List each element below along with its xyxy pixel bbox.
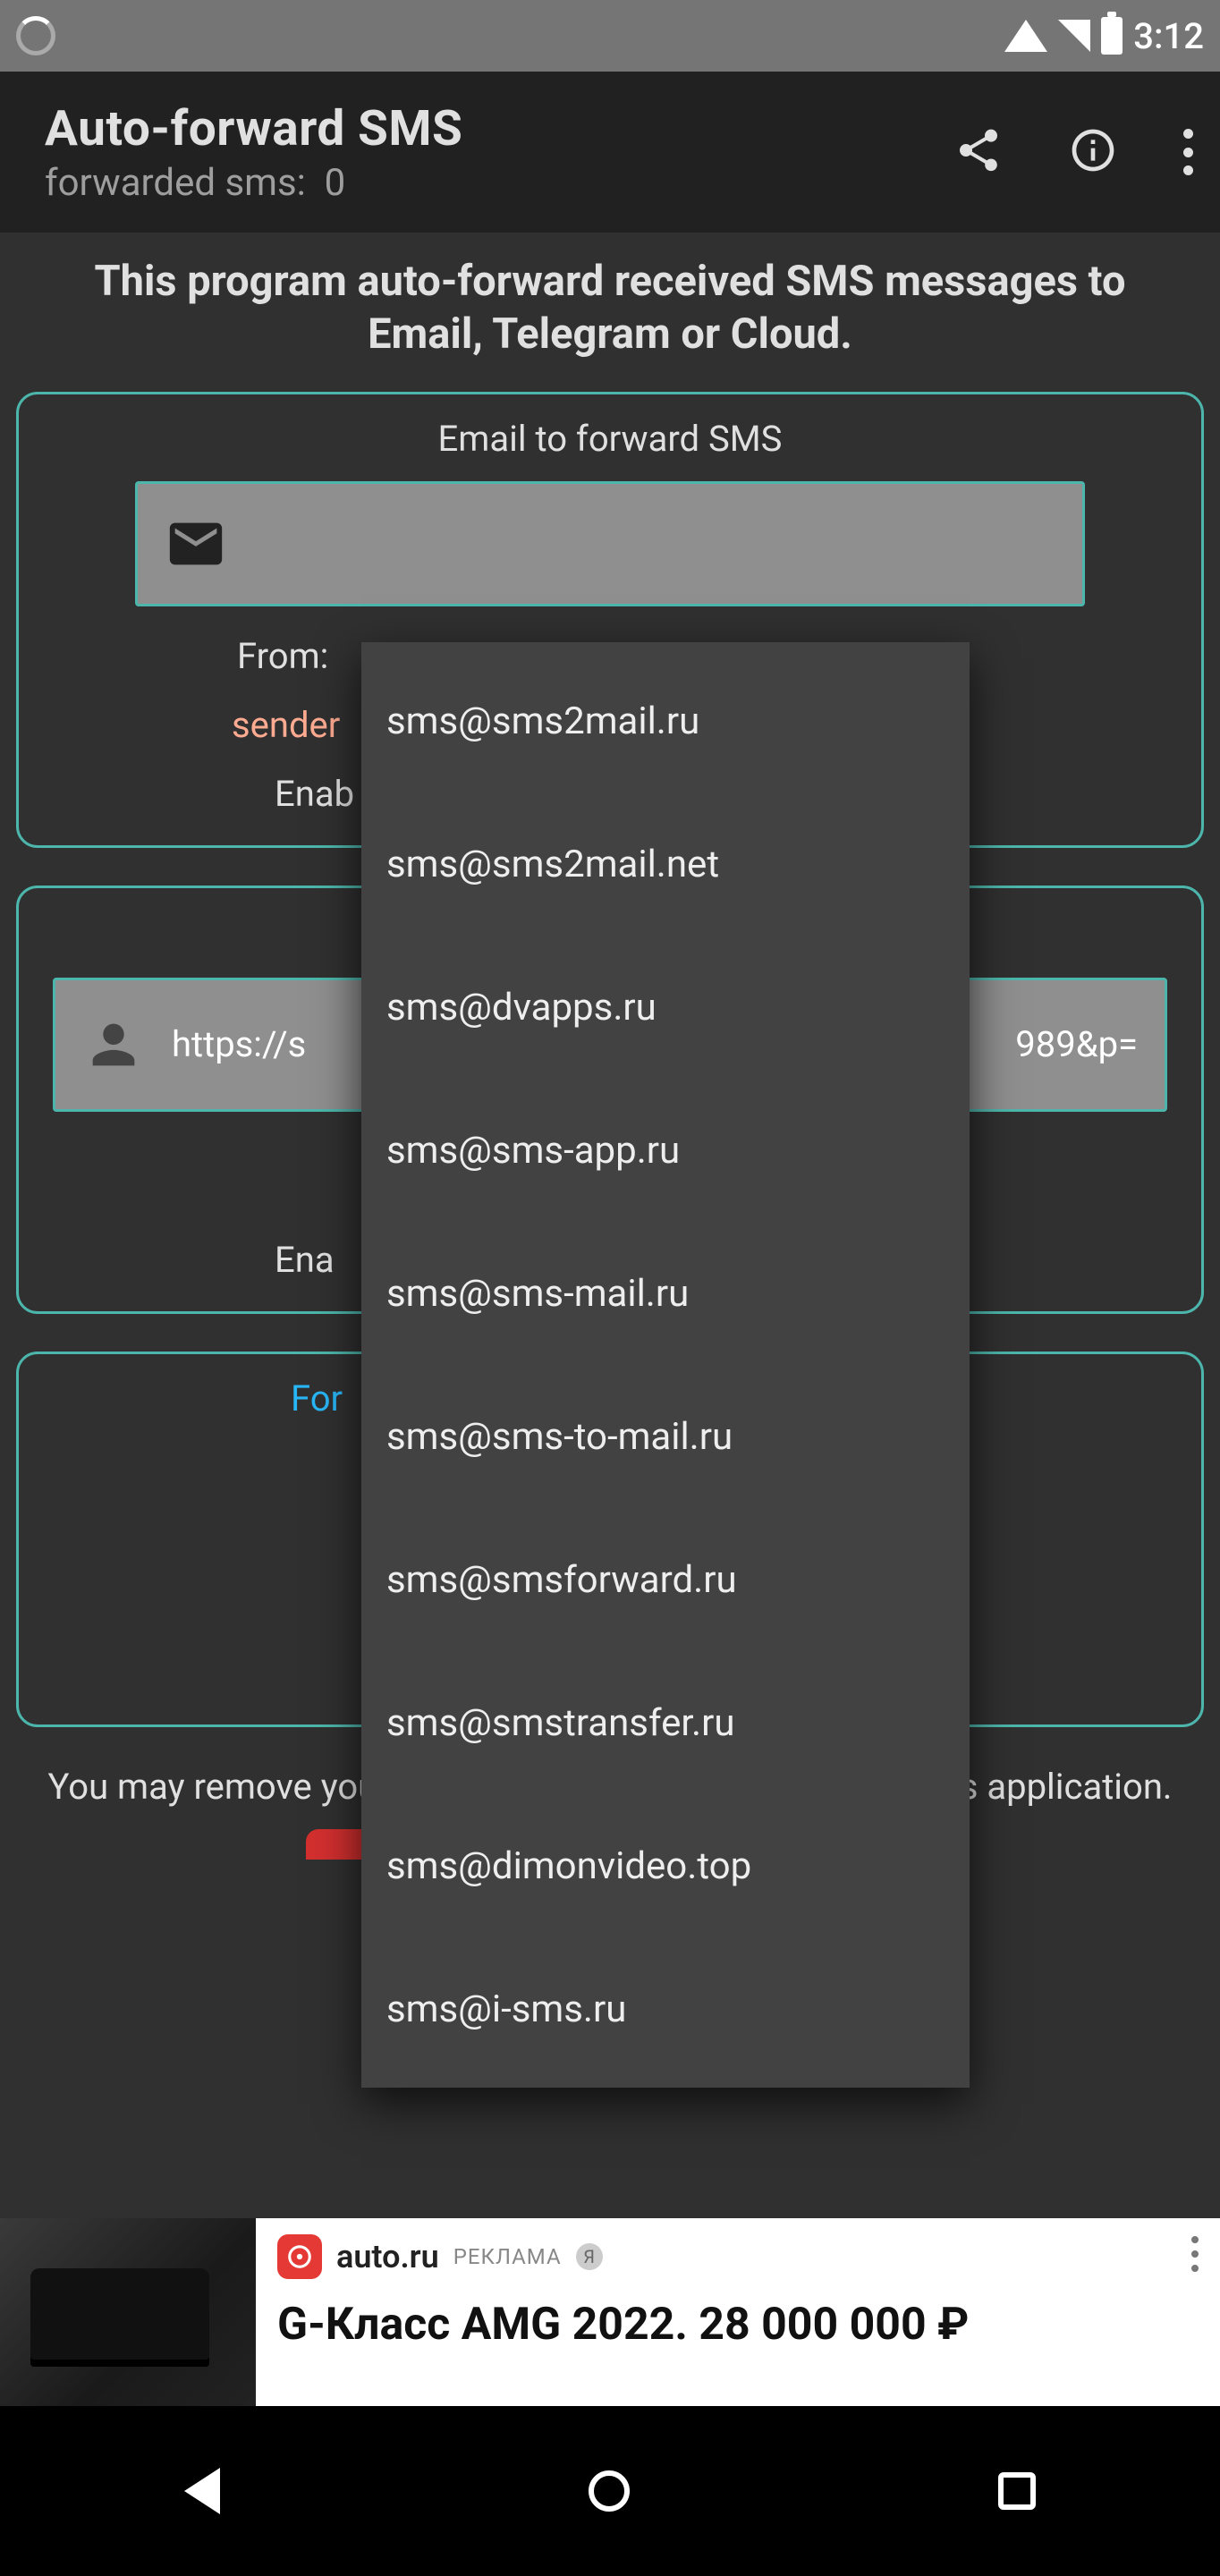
email-input[interactable]	[135, 481, 1085, 606]
app-title: Auto-forward SMS	[45, 100, 462, 157]
dropdown-item[interactable]: sms@smstransfer.ru	[361, 1651, 970, 1794]
mail-icon	[156, 513, 236, 575]
dropdown-item[interactable]: sms@sms2mail.ru	[361, 649, 970, 792]
loading-spinner-icon	[16, 16, 55, 55]
from-label: From:	[237, 635, 328, 677]
dropdown-item[interactable]: sms@sms-to-mail.ru	[361, 1365, 970, 1508]
ad-tag: РЕКЛАМА	[453, 2244, 562, 2269]
user-icon	[82, 1013, 145, 1076]
kebab-dot-icon	[1183, 129, 1193, 139]
kebab-dot-icon	[1183, 165, 1193, 175]
dropdown-item[interactable]: sms@dimonvideo.top	[361, 1794, 970, 1937]
main-content: This program auto-forward received SMS m…	[0, 233, 1220, 2218]
kebab-dot-icon	[1183, 148, 1193, 157]
cloud-url-text-left: https://s	[172, 1023, 306, 1065]
system-nav-bar	[0, 2406, 1220, 2576]
hero-description: This program auto-forward received SMS m…	[0, 233, 1220, 392]
cloud-url-text-right: 989&p=	[1015, 1023, 1138, 1065]
dropdown-item[interactable]: sms@dvapps.ru	[361, 936, 970, 1079]
dropdown-item[interactable]: sms@sms2mail.net	[361, 792, 970, 936]
nav-recents-button[interactable]	[998, 2472, 1036, 2510]
status-bar: 3:12	[0, 0, 1220, 72]
ad-banner[interactable]: auto.ru РЕКЛАМА Я G-Класс AMG 2022. 28 0…	[0, 2218, 1220, 2406]
dropdown-item[interactable]: sms@sms-app.ru	[361, 1079, 970, 1222]
nav-home-button[interactable]	[589, 2470, 630, 2512]
dropdown-item[interactable]: sms@i-sms.ru	[361, 1937, 970, 2080]
cellular-signal-icon	[1058, 20, 1090, 52]
overflow-menu-button[interactable]	[1182, 127, 1193, 177]
share-icon	[953, 125, 1004, 175]
ad-site-name: auto.ru	[336, 2238, 439, 2275]
forwarded-counter: forwarded sms: 0	[45, 161, 462, 205]
nav-back-button[interactable]	[184, 2468, 220, 2514]
share-button[interactable]	[953, 125, 1004, 179]
wifi-icon	[1004, 20, 1047, 52]
status-time: 3:12	[1133, 15, 1204, 57]
ad-site-badge	[277, 2234, 322, 2279]
app-bar: Auto-forward SMS forwarded sms: 0	[0, 72, 1220, 233]
email-panel-title: Email to forward SMS	[40, 418, 1180, 460]
info-button[interactable]	[1068, 125, 1118, 179]
ad-options-button[interactable]	[1191, 2236, 1199, 2272]
dropdown-item[interactable]: sms@smsforward.ru	[361, 1508, 970, 1651]
info-icon	[1068, 125, 1118, 175]
from-email-dropdown[interactable]: sms@sms2mail.ru sms@sms2mail.net sms@dva…	[361, 642, 970, 2088]
battery-icon	[1101, 17, 1123, 55]
dropdown-item[interactable]: sms@sms-mail.ru	[361, 1222, 970, 1365]
yandex-badge-icon: Я	[576, 2243, 603, 2270]
steering-wheel-icon	[286, 2243, 313, 2270]
ad-thumbnail	[0, 2218, 256, 2406]
ad-headline: G-Класс AMG 2022. 28 000 000 ₽	[277, 2299, 1199, 2351]
